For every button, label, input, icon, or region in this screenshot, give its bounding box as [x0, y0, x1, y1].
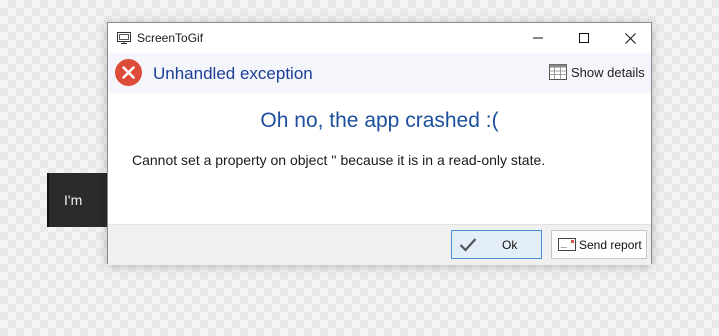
- exception-title: Unhandled exception: [153, 64, 313, 83]
- screentogif-app-icon: [117, 32, 131, 44]
- ok-button[interactable]: Ok: [451, 230, 542, 259]
- window-title: ScreenToGif: [137, 31, 204, 45]
- show-details-button[interactable]: Show details: [548, 62, 645, 82]
- send-report-button[interactable]: Send report: [551, 230, 647, 259]
- crash-dialog: ScreenToGif Unhandled exception Show det…: [107, 22, 652, 265]
- error-icon: [115, 59, 142, 86]
- close-icon: [624, 32, 636, 44]
- crash-heading: Oh no, the app crashed :(: [260, 109, 499, 132]
- minimize-icon: [533, 37, 543, 39]
- background-app-label: I'm: [64, 192, 83, 208]
- ok-button-label: Ok: [502, 238, 518, 252]
- title-bar[interactable]: ScreenToGif: [108, 23, 651, 53]
- checkmark-icon: [459, 238, 477, 252]
- close-button[interactable]: [607, 23, 653, 53]
- dialog-footer: Ok Send report: [108, 224, 651, 265]
- exception-header: Unhandled exception Show details: [108, 53, 651, 93]
- details-grid-icon: [549, 64, 567, 80]
- minimize-button[interactable]: [515, 23, 561, 53]
- maximize-button[interactable]: [561, 23, 607, 53]
- envelope-icon: [558, 238, 576, 251]
- error-message: Cannot set a property on object '' becau…: [132, 152, 546, 168]
- send-report-label: Send report: [579, 238, 642, 252]
- show-details-label: Show details: [571, 64, 645, 80]
- maximize-icon: [579, 33, 589, 43]
